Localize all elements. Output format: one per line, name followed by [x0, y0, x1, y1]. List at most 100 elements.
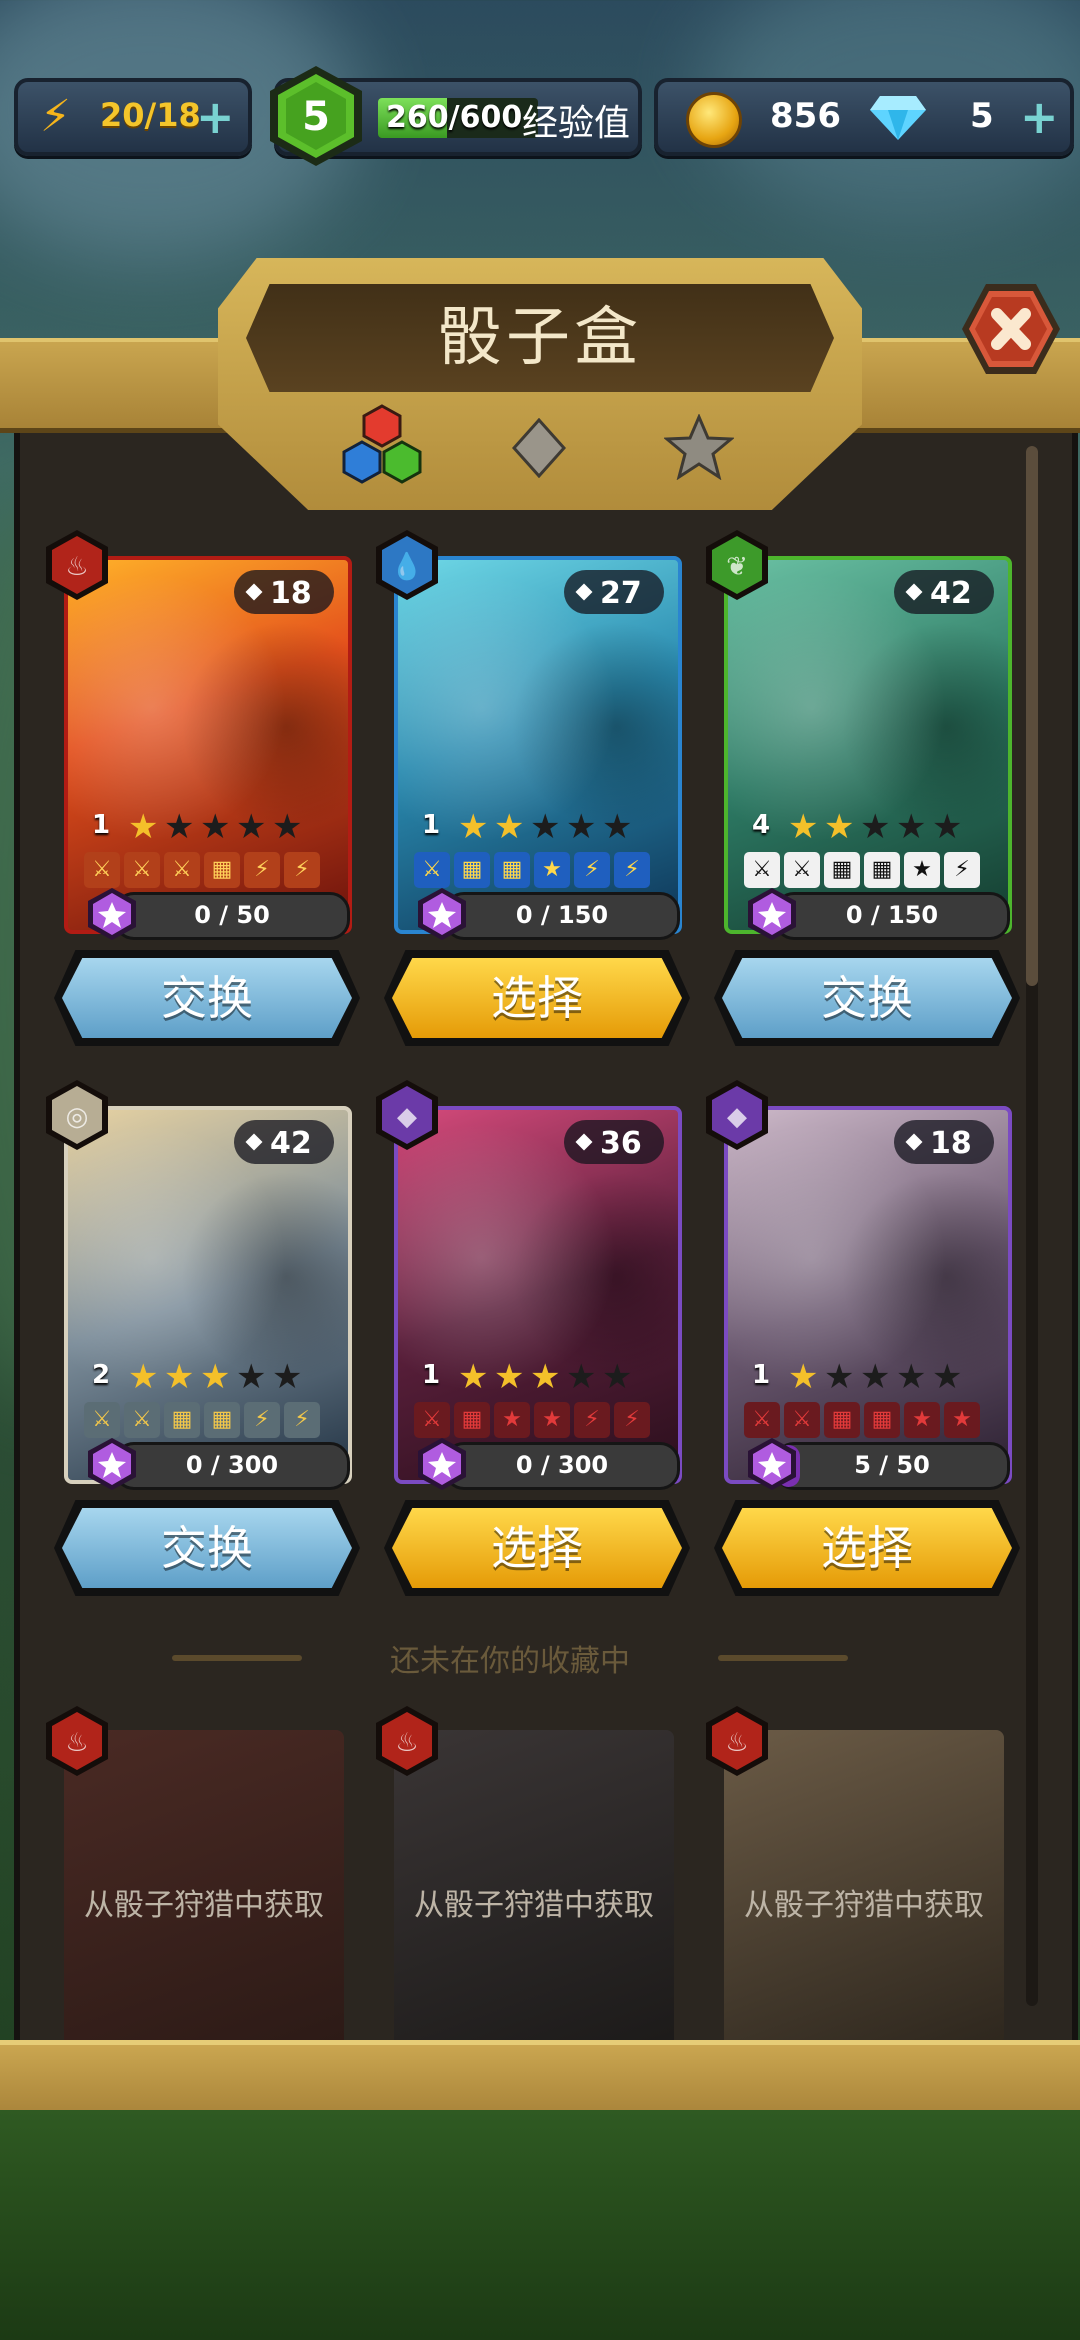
dice-face-icon: ⚔ [84, 1402, 120, 1438]
dice-count-badge: 42 [234, 1120, 334, 1164]
card-progress-text: 0 / 50 [194, 901, 270, 929]
star-empty-icon: ★ [566, 807, 597, 847]
svg-text:♨: ♨ [65, 1728, 88, 1758]
air-element-icon: ◎ [46, 1080, 108, 1150]
dice-card-art[interactable]: 42 2 ★ ★ ★ ★ ★ ⚔ ⚔ ▦ ▦ ⚡ ⚡ [64, 1106, 352, 1484]
dice-face-icon: ⚔ [784, 1402, 820, 1438]
dice-level-row: 2 ★ ★ ★ ★ ★ [92, 1358, 342, 1398]
select-button[interactable]: 选择 [384, 1500, 690, 1596]
star-empty-icon: ★ [200, 807, 231, 847]
card-progress-text: 5 / 50 [854, 1451, 930, 1479]
dice-count-badge: 36 [564, 1120, 664, 1164]
dice-card-art[interactable]: 18 1 ★ ★ ★ ★ ★ ⚔ ⚔ ▦ ▦ ★ ★ [724, 1106, 1012, 1484]
star-filled-icon: ★ [128, 807, 159, 847]
fire-element-icon: ♨ [376, 1706, 438, 1776]
select-button[interactable]: 选择 [714, 1500, 1020, 1596]
dice-count: 18 [930, 1126, 972, 1161]
star-empty-icon: ★ [932, 807, 963, 847]
exchange-button[interactable]: 交换 [54, 950, 360, 1046]
page-title: 骰子盒 [438, 301, 642, 375]
dice-face-icon: ⚡ [574, 852, 610, 888]
color-filter-tab[interactable] [336, 404, 428, 492]
dice-face-icon: ⚔ [784, 852, 820, 888]
card-progress-bar: 5 / 50 [774, 1442, 1010, 1490]
currency-counter: 856 5 + [654, 78, 1074, 156]
select-button[interactable]: 选择 [384, 950, 690, 1046]
dice-count-badge: 27 [564, 570, 664, 614]
dice-face-icon: ★ [904, 852, 940, 888]
svg-text:♨: ♨ [725, 1728, 748, 1758]
add-gems-button[interactable]: + [1020, 94, 1059, 140]
gray-gem-icon [512, 418, 566, 478]
dice-level: 1 [422, 1360, 441, 1390]
dice-level-row: 4 ★ ★ ★ ★ ★ [752, 808, 1002, 848]
star-filled-icon: ★ [200, 1357, 231, 1397]
divider-line-right [718, 1655, 848, 1661]
dice-card-art[interactable]: 42 4 ★ ★ ★ ★ ★ ⚔ ⚔ ▦ ▦ ★ ⚡ [724, 556, 1012, 934]
dice-gem-icon [905, 583, 923, 601]
star-filled-icon: ★ [164, 1357, 195, 1397]
close-button[interactable] [960, 282, 1062, 376]
dice-card-art[interactable]: 27 1 ★ ★ ★ ★ ★ ⚔ ▦ ▦ ★ ⚡ ⚡ [394, 556, 682, 934]
dice-gem-icon [245, 583, 263, 601]
dice-face-icon: ⚡ [944, 852, 980, 888]
purple-gem-icon [748, 1438, 796, 1490]
button-label: 交换 [161, 971, 253, 1025]
dice-face-icon: ⚡ [284, 852, 320, 888]
star-filled-icon: ★ [458, 1357, 489, 1397]
star-filled-icon: ★ [128, 1357, 159, 1397]
dice-card-art[interactable]: 36 1 ★ ★ ★ ★ ★ ⚔ ▦ ★ ★ ⚡ ⚡ [394, 1106, 682, 1484]
dice-count: 36 [600, 1126, 642, 1161]
dice-gem-icon [905, 1133, 923, 1151]
dice-level: 1 [752, 1360, 771, 1390]
purple-gem-icon [748, 888, 796, 940]
dice-face-icon: ⚔ [164, 852, 200, 888]
dice-face-icon: ⚡ [244, 852, 280, 888]
star-empty-icon: ★ [860, 807, 891, 847]
star-empty-icon: ★ [824, 1357, 855, 1397]
dice-level: 4 [752, 810, 771, 840]
dice-face-icon: ⚡ [614, 1402, 650, 1438]
card-progress-bar: 0 / 50 [114, 892, 350, 940]
exchange-button[interactable]: 交换 [714, 950, 1020, 1046]
dice-face-icon: ▦ [824, 1402, 860, 1438]
dice-face-icon: ⚔ [124, 1402, 160, 1438]
energy-counter[interactable]: ⚡ 20/18 + [14, 78, 252, 156]
star-empty-icon: ★ [602, 1357, 633, 1397]
dice-gem-icon [245, 1133, 263, 1151]
card-progress-bar: 0 / 300 [444, 1442, 680, 1490]
svg-text:♨: ♨ [395, 1728, 418, 1758]
dice-count: 18 [270, 576, 312, 611]
dark-element-icon: ◆ [376, 1080, 438, 1150]
star-tab[interactable] [664, 414, 734, 480]
energy-value: 20/18 [100, 96, 201, 134]
dice-count: 27 [600, 576, 642, 611]
star-empty-icon: ★ [896, 807, 927, 847]
star-empty-icon: ★ [896, 1357, 927, 1397]
dice-count-badge: 42 [894, 570, 994, 614]
svg-text:◆: ◆ [397, 1102, 417, 1132]
gray-dice-tab[interactable] [512, 418, 566, 478]
star-empty-icon: ★ [602, 807, 633, 847]
dice-card-art[interactable]: 18 1 ★ ★ ★ ★ ★ ⚔ ⚔ ⚔ ▦ ⚡ ⚡ [64, 556, 352, 934]
dice-face-icon: ⚔ [124, 852, 160, 888]
svg-text:◎: ◎ [66, 1102, 89, 1132]
dice-face-icon: ★ [534, 1402, 570, 1438]
scrollbar-thumb[interactable] [1026, 446, 1038, 986]
star-empty-icon: ★ [164, 807, 195, 847]
dice-face-icon: ⚔ [744, 852, 780, 888]
add-energy-button[interactable]: + [196, 94, 235, 140]
xp-value: 260/600 [386, 100, 523, 135]
svg-text:❦: ❦ [726, 552, 748, 582]
gem-value: 5 [970, 96, 994, 136]
exchange-button[interactable]: 交换 [54, 1500, 360, 1596]
button-label: 选择 [821, 1521, 913, 1575]
star-icon [664, 414, 734, 480]
fire-element-icon: ♨ [706, 1706, 768, 1776]
locked-card-hint: 从骰子狩猎中获取 [744, 1888, 984, 1923]
locked-card-hint: 从骰子狩猎中获取 [84, 1888, 324, 1923]
card-progress-bar: 0 / 150 [774, 892, 1010, 940]
dice-face-icon: ▦ [454, 1402, 490, 1438]
star-filled-icon: ★ [824, 807, 855, 847]
dice-level: 2 [92, 1360, 111, 1390]
